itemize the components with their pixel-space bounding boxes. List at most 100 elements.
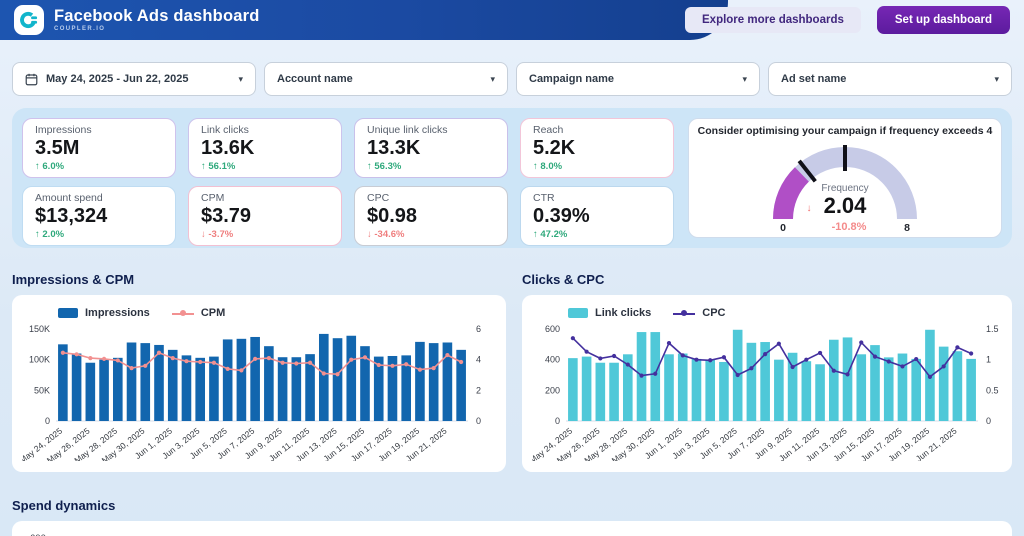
spend-dynamics-section: Spend dynamics 600 [12, 498, 1012, 536]
kpi-value: 13.3K [367, 137, 495, 160]
arrow-up-icon: ↑ [35, 229, 40, 240]
arrow-down-icon: ↓ [367, 229, 372, 240]
header-actions: Explore more dashboards Set up dashboard [685, 0, 1010, 40]
kpi-delta: ↑ 56.1% [201, 161, 329, 172]
chevron-down-icon: ▾ [994, 74, 999, 85]
arrow-up-icon: ↑ [201, 161, 206, 172]
arrow-down-icon: ↓ [201, 229, 206, 240]
impressions-cpm-chart: 050K100K150K0246May 24, 2025May 26, 2025… [22, 323, 496, 461]
kpi-card-cpm: CPM$3.79↓ -3.7% [188, 186, 342, 246]
header-bar: Facebook Ads dashboard COUPLER.IO [0, 0, 728, 40]
legend-label: CPC [702, 307, 725, 319]
account-name-value: Account name [277, 73, 484, 85]
ad-set-name-value: Ad set name [781, 73, 988, 85]
legend-label: Impressions [85, 307, 150, 319]
chart-title-spend-dynamics: Spend dynamics [12, 498, 1012, 513]
setup-dashboard-button[interactable]: Set up dashboard [877, 6, 1010, 34]
campaign-name-value: Campaign name [529, 73, 736, 85]
kpi-delta: ↓ -34.6% [367, 229, 495, 240]
arrow-up-icon: ↑ [367, 161, 372, 172]
impressions-cpm-chart-card: ImpressionsCPM 050K100K150K0246May 24, 2… [12, 295, 506, 472]
kpi-card-link-clicks: Link clicks13.6K↑ 56.1% [188, 118, 342, 178]
svg-text:150K: 150K [29, 324, 50, 334]
svg-text:50K: 50K [34, 385, 50, 395]
kpi-delta: ↑ 47.2% [533, 229, 661, 240]
svg-text:100K: 100K [29, 355, 50, 365]
svg-text:6: 6 [476, 324, 481, 334]
chart-title-impressions-cpm: Impressions & CPM [12, 272, 506, 287]
arrow-up-icon: ↑ [35, 161, 40, 172]
kpi-card-impressions: Impressions3.5M↑ 6.0% [22, 118, 176, 178]
kpi-label: Amount spend [35, 192, 163, 204]
legend-label: Link clicks [595, 307, 651, 319]
svg-text:2: 2 [476, 385, 481, 395]
kpi-value: $3.79 [201, 205, 329, 228]
frequency-gauge: Frequency2.04↓-10.8%08 [734, 137, 956, 233]
svg-text:-10.8%: -10.8% [832, 221, 867, 233]
impressions-cpm-section: Impressions & CPM Impressions CPM 0 50K 100… [12, 272, 506, 472]
chart-title-clicks-cpc: Clicks & CPC [522, 272, 1012, 287]
page-title: Facebook Ads dashboard [54, 8, 260, 25]
frequency-gauge-card: Consider optimising your campaign if fre… [688, 118, 1002, 238]
coupler-logo-icon [14, 5, 44, 35]
kpi-label: Unique link clicks [367, 124, 495, 136]
kpi-card-cpc: CPC$0.98↓ -34.6% [354, 186, 508, 246]
clicks-cpc-chart-card: Link clicksCPC 020040060000.511.5May 24,… [522, 295, 1012, 472]
filter-bar: May 24, 2025 - Jun 22, 2025 ▾ Account na… [12, 62, 1012, 96]
svg-text:0: 0 [476, 416, 481, 426]
kpi-panel: Impressions3.5M↑ 6.0%Link clicks13.6K↑ 5… [12, 108, 1012, 248]
clicks-cpc-chart: 020040060000.511.5May 24, 2025May 26, 20… [532, 323, 1006, 461]
legend-item-impressions: Impressions [58, 307, 150, 319]
clicks-cpc-section: Clicks & CPC Link clicksCPC 020040060000… [522, 272, 1012, 472]
kpi-label: CTR [533, 192, 661, 204]
kpi-label: Reach [533, 124, 661, 136]
svg-text:4: 4 [476, 355, 481, 365]
kpi-delta: ↑ 56.3% [367, 161, 495, 172]
svg-text:400: 400 [545, 355, 560, 365]
kpi-label: CPC [367, 192, 495, 204]
impressions-cpm-legend: Impressions CPM [58, 305, 496, 321]
svg-text:2.04: 2.04 [824, 193, 868, 218]
brand-label: COUPLER.IO [54, 26, 260, 32]
charts-row: Impressions & CPM Impressions CPM 0 50K 100… [12, 272, 1012, 472]
legend-item-cpm: CPM [172, 307, 225, 319]
header: Facebook Ads dashboard COUPLER.IO Explor… [0, 0, 1024, 40]
facebook-ads-dashboard: Facebook Ads dashboard COUPLER.IO Explor… [0, 0, 1024, 536]
svg-text:0: 0 [986, 416, 991, 426]
kpi-value: 3.5M [35, 137, 163, 160]
kpi-label: CPM [201, 192, 329, 204]
ad-set-name-filter[interactable]: Ad set name ▾ [768, 62, 1012, 96]
account-name-filter[interactable]: Account name ▾ [264, 62, 508, 96]
svg-text:1.5: 1.5 [986, 324, 999, 334]
kpi-card-ctr: CTR0.39%↑ 47.2% [520, 186, 674, 246]
clicks-cpc-legend: Link clicks CPC [568, 305, 1002, 321]
legend-item-cpc: CPC [673, 307, 725, 319]
legend-bar-swatch [568, 308, 588, 318]
kpi-card-reach: Reach5.2K↑ 8.0% [520, 118, 674, 178]
svg-text:600: 600 [545, 324, 560, 334]
kpi-value: $13,324 [35, 205, 163, 228]
kpi-delta: ↑ 8.0% [533, 161, 661, 172]
arrow-up-icon: ↑ [533, 161, 538, 172]
header-titles: Facebook Ads dashboard COUPLER.IO [54, 8, 260, 32]
kpi-value: 13.6K [201, 137, 329, 160]
calendar-icon [25, 73, 38, 86]
svg-text:8: 8 [904, 222, 910, 233]
chevron-down-icon: ▾ [742, 74, 747, 85]
chevron-down-icon: ▾ [490, 74, 495, 85]
legend-bar-swatch [58, 308, 78, 318]
kpi-label: Impressions [35, 124, 163, 136]
svg-text:0: 0 [45, 416, 50, 426]
legend-line-swatch [673, 308, 695, 318]
date-range-filter[interactable]: May 24, 2025 - Jun 22, 2025 ▾ [12, 62, 256, 96]
svg-text:200: 200 [545, 385, 560, 395]
legend-label: CPM [201, 307, 225, 319]
kpi-delta: ↑ 2.0% [35, 229, 163, 240]
explore-dashboards-button[interactable]: Explore more dashboards [685, 7, 861, 33]
arrow-up-icon: ↑ [533, 229, 538, 240]
gauge-note: Consider optimising your campaign if fre… [698, 125, 993, 137]
kpi-label: Link clicks [201, 124, 329, 136]
campaign-name-filter[interactable]: Campaign name ▾ [516, 62, 760, 96]
kpi-delta: ↓ -3.7% [201, 229, 329, 240]
svg-text:0: 0 [780, 222, 786, 233]
